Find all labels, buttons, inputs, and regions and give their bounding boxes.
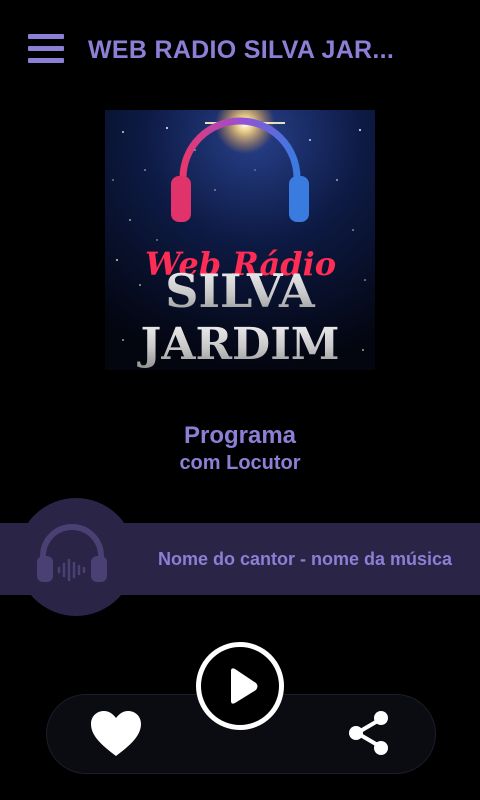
share-icon[interactable] — [344, 708, 394, 758]
program-host: com Locutor — [179, 452, 301, 474]
program-info: Programa com Locutor — [0, 422, 480, 475]
station-logo: Web Rádio SILVA JARDIM — [105, 110, 375, 370]
menu-line — [28, 46, 64, 51]
menu-icon[interactable] — [28, 34, 64, 64]
program-name: Programa — [183, 422, 297, 449]
menu-line — [28, 34, 64, 39]
heart-icon[interactable] — [88, 708, 144, 760]
menu-line — [28, 58, 64, 63]
play-icon — [231, 668, 258, 704]
headphones-icon — [37, 524, 107, 582]
top-app-bar: WEB RADIO SILVA JAR... — [0, 0, 480, 100]
track-title: Nome do cantor - nome da música — [158, 549, 453, 569]
logo-silva-text: SILVA — [165, 264, 316, 318]
app-title: WEB RADIO SILVA JAR... — [88, 36, 395, 64]
logo-jardim-text: JARDIM — [137, 319, 340, 370]
play-button[interactable] — [196, 642, 284, 730]
